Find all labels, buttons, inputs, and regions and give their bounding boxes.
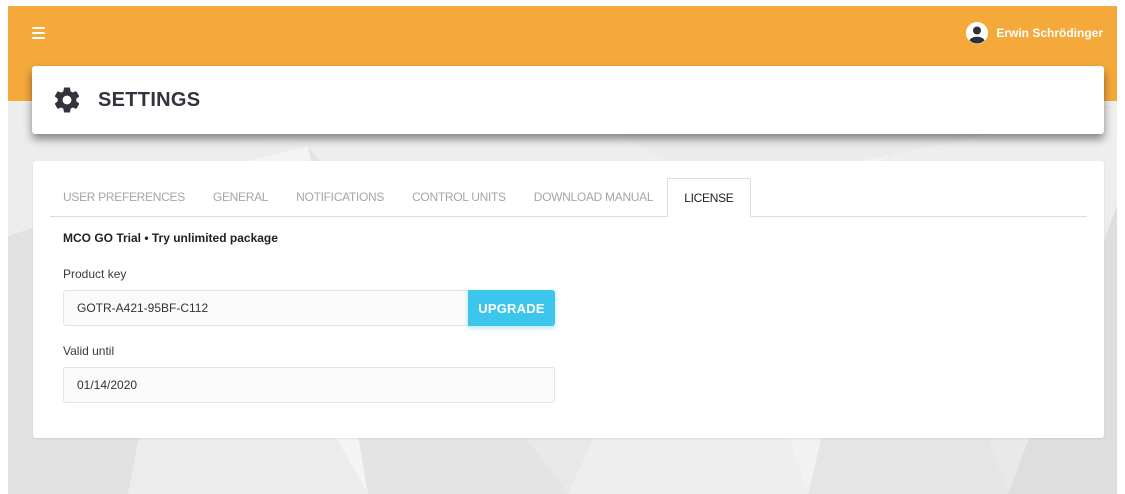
tab-notifications[interactable]: NOTIFICATIONS [282,178,398,216]
settings-tabs: USER PREFERENCES GENERAL NOTIFICATIONS C… [50,178,1087,217]
user-circle-icon [966,22,989,44]
valid-until-label: Valid until [63,344,115,358]
tab-user-preferences[interactable]: USER PREFERENCES [50,178,199,216]
user-menu[interactable]: Erwin Schrödinger [966,22,1103,44]
page-header: SETTINGS [32,66,1104,134]
settings-panel: USER PREFERENCES GENERAL NOTIFICATIONS C… [33,161,1104,438]
upgrade-button[interactable]: UPGRADE [468,290,555,326]
valid-until-field[interactable]: 01/14/2020 [63,367,555,403]
user-name: Erwin Schrödinger [996,26,1103,40]
page-title: SETTINGS [98,88,201,111]
app-frame: Erwin Schrödinger SETTINGS USER PREFEREN… [8,6,1117,494]
tab-general[interactable]: GENERAL [199,178,282,216]
tab-license[interactable]: LICENSE [667,178,751,217]
trial-info: MCO GO Trial • Try unlimited package [63,231,278,245]
tab-download-manual[interactable]: DOWNLOAD MANUAL [520,178,668,216]
product-key-label: Product key [63,267,127,281]
tab-control-units[interactable]: CONTROL UNITS [398,178,520,216]
gear-icon [54,87,80,113]
product-key-field[interactable]: GOTR-A421-95BF-C112 [63,290,469,326]
hamburger-menu-icon[interactable] [32,27,45,39]
